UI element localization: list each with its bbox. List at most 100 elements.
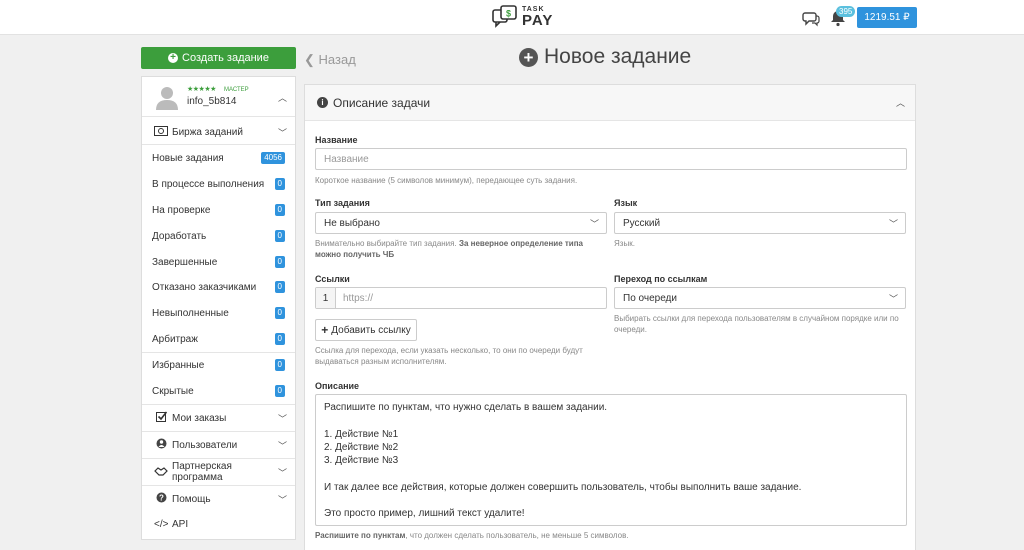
description-help-text: , что должен сделать пользователь, не ме…: [405, 531, 629, 540]
link-navigation-label: Переход по ссылкам: [614, 274, 708, 284]
add-link-button[interactable]: + Добавить ссылку: [315, 319, 417, 341]
logo-text-bottom: PAY: [522, 12, 554, 29]
description-line: 1. Действие №1: [324, 428, 399, 440]
sidebar-item-label: В процессе выполнения: [152, 178, 265, 190]
sidebar-item-in-progress[interactable]: В процессе выполнения 0: [142, 171, 295, 197]
menu-my-orders[interactable]: Мои заказы ﹀: [142, 405, 295, 431]
link-index: 1: [316, 288, 336, 308]
plus-circle-icon: +: [519, 47, 538, 67]
task-type-help: Внимательно выбирайте тип задания. За не…: [315, 238, 607, 260]
sidebar-item-failed[interactable]: Невыполненные 0: [142, 300, 295, 326]
chevron-left-icon: ❮: [304, 52, 315, 67]
back-link[interactable]: ❮ Назад: [304, 52, 356, 68]
count-badge: 0: [274, 230, 285, 242]
svg-text:?: ?: [159, 493, 164, 502]
count-badge: 0: [274, 359, 285, 371]
sidebar-item-label: Доработать: [152, 230, 207, 242]
sidebar-item-completed[interactable]: Завершенные 0: [142, 249, 295, 275]
description-label: Описание: [315, 381, 360, 391]
sidebar-item-label: Арбитраж: [152, 333, 198, 345]
menu-api-label: API: [172, 518, 189, 530]
sidebar-item-label: На проверке: [152, 204, 211, 216]
count-badge: 0: [274, 333, 285, 345]
username: info_5b814: [187, 96, 237, 107]
back-label: Назад: [318, 52, 356, 67]
sidebar-item-hidden[interactable]: Скрытые 0: [142, 378, 295, 404]
create-task-label: Создать задание: [182, 52, 269, 64]
sidebar-item-rejected[interactable]: Отказано заказчиками 0: [142, 274, 295, 300]
description-line: Это просто пример, лишний текст удалите!: [324, 508, 525, 520]
link-navigation-value: По очереди: [623, 292, 677, 304]
logo[interactable]: $ TASK PAY: [492, 3, 553, 31]
money-icon: [154, 125, 168, 139]
chevron-down-icon: ﹀: [277, 127, 287, 138]
chevron-down-icon: ﹀: [277, 467, 287, 478]
menu-users-label: Пользователи: [172, 439, 238, 451]
task-type-select[interactable]: Не выбрано ﹀: [315, 212, 607, 234]
count-badge: 0: [274, 256, 285, 268]
link-placeholder: https://: [343, 292, 374, 304]
chevron-down-icon: ﹀: [589, 218, 599, 229]
sidebar-item-label: Новые задания: [152, 152, 224, 164]
description-textarea[interactable]: Распишите по пунктам, что нужно сделать …: [315, 394, 907, 526]
language-label: Язык: [614, 198, 638, 208]
description-line: [324, 467, 898, 480]
sidebar-item-label: Отказано заказчиками: [152, 281, 257, 293]
menu-users[interactable]: Пользователи ﹀: [142, 432, 295, 458]
language-value: Русский: [623, 217, 661, 229]
menu-help-label: Помощь: [172, 493, 211, 505]
question-icon: ?: [154, 492, 168, 506]
profile-block[interactable]: ★★★★★ МАСТЕР info_5b814 ︿: [142, 77, 295, 117]
sidebar-item-arbitration[interactable]: Арбитраж 0: [142, 326, 295, 352]
count-badge: 0: [274, 281, 285, 293]
create-task-button[interactable]: + Создать задание: [141, 47, 296, 69]
task-type-label: Тип задания: [315, 198, 370, 208]
link-navigation-help: Выбирать ссылки для перехода пользовател…: [614, 314, 899, 334]
task-description-panel: i Описание задачи ︿ Название Название Ко…: [304, 84, 916, 550]
plus-circle-icon: +: [168, 53, 179, 63]
balance-button[interactable]: 1219.51 ₽: [857, 7, 917, 28]
name-input[interactable]: Название: [315, 148, 907, 170]
chevron-up-icon[interactable]: ︿: [278, 91, 287, 104]
chevron-down-icon: ﹀: [888, 218, 898, 229]
count-badge: 4056: [261, 152, 285, 164]
task-type-help-text: Внимательно выбирайте тип задания.: [315, 239, 459, 248]
top-header: $ TASK PAY 395 1219.51 ₽: [0, 0, 1024, 35]
checkbox-icon: [154, 411, 168, 425]
sidebar-item-rework[interactable]: Доработать 0: [142, 223, 295, 249]
panel-title: Описание задачи: [333, 95, 431, 110]
svg-text:$: $: [506, 9, 511, 19]
description-help-bold: Распишите по пунктам: [315, 531, 406, 540]
chevron-down-icon: ﹀: [888, 293, 898, 304]
chevron-down-icon: ﹀: [277, 494, 287, 505]
sidebar-item-new-tasks[interactable]: Новые задания 4056: [142, 145, 295, 171]
chat-icon[interactable]: [802, 9, 820, 27]
chevron-down-icon: ﹀: [277, 440, 287, 451]
description-line: 3. Действие №3: [324, 455, 399, 467]
sidebar-item-favorites[interactable]: Избранные 0: [142, 352, 295, 378]
page-title-text: Новое задание: [544, 45, 692, 68]
info-icon: i: [317, 97, 328, 108]
menu-partner-label: Партнерская программа: [172, 461, 232, 483]
sidebar-item-on-review[interactable]: На проверке 0: [142, 197, 295, 223]
sidebar-item-label: Невыполненные: [152, 307, 229, 319]
logo-icon: $: [492, 5, 517, 28]
description-help: Распишите по пунктам, что должен сделать…: [315, 530, 629, 541]
chevron-up-icon[interactable]: ︿: [896, 96, 905, 109]
language-help: Язык.: [614, 239, 635, 248]
rank-label: МАСТЕР: [224, 87, 249, 93]
menu-task-exchange[interactable]: Биржа заданий ﹀: [142, 121, 295, 143]
link-input-group[interactable]: 1 https://: [315, 287, 607, 309]
links-help: Ссылка для перехода, если указать нескол…: [315, 346, 583, 366]
menu-api[interactable]: </> API: [142, 512, 295, 536]
menu-partner-program[interactable]: Партнерская программа ﹀: [142, 459, 295, 485]
notification-count-badge: 395: [836, 6, 856, 17]
link-navigation-select[interactable]: По очереди ﹀: [614, 287, 906, 309]
description-line: 2. Действие №2: [324, 441, 399, 453]
name-help: Короткое название (5 символов минимум), …: [315, 176, 578, 185]
panel-header[interactable]: i Описание задачи ︿: [305, 85, 915, 121]
menu-help[interactable]: ? Помощь ﹀: [142, 486, 295, 512]
language-select[interactable]: Русский ﹀: [614, 212, 906, 234]
count-badge: 0: [274, 204, 285, 216]
menu-task-exchange-label: Биржа заданий: [172, 126, 243, 138]
